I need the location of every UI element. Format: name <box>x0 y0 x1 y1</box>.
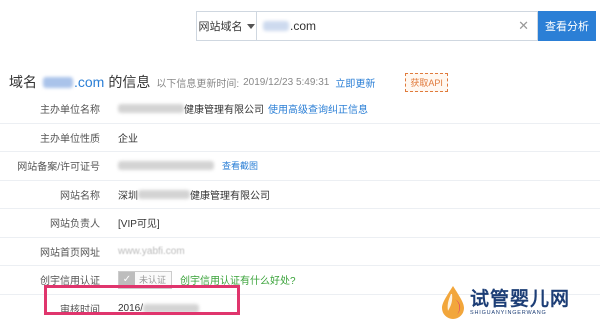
search-input-suffix: .com <box>290 19 317 33</box>
table-row: 网站负责人 [VIP可见] <box>0 209 600 238</box>
update-time: 2019/12/23 5:49:31 <box>243 76 330 88</box>
vip-visible-link[interactable]: [VIP可见] <box>108 215 160 230</box>
chevron-down-icon <box>246 24 255 29</box>
table-row: 网站首页网址 www.yabfi.com <box>0 238 600 266</box>
clear-icon[interactable]: ✕ <box>518 19 529 33</box>
header-title-prefix: 域名 <box>9 74 37 90</box>
logo-text: 试管婴儿网 SHIGUANYINGERWANG <box>470 288 570 316</box>
view-screenshot-link[interactable]: 查看截图 <box>222 159 258 172</box>
logo-cn: 试管婴儿网 <box>470 288 571 310</box>
organizer-name: 健康管理有限公司 <box>184 105 264 117</box>
row-label: 网站负责人 <box>50 219 100 231</box>
redacted-domain <box>43 76 73 88</box>
row-label: 网站首页网址 <box>40 247 100 259</box>
homepage-url: www.yabfi.com <box>118 245 185 257</box>
redacted-domain <box>263 21 289 31</box>
header-domain-suffix[interactable]: .com <box>74 74 104 90</box>
analyze-button[interactable]: 查看分析 <box>538 11 596 41</box>
search-type-select[interactable]: 网站域名 <box>196 11 256 41</box>
redacted-text <box>118 161 214 171</box>
table-row: 主办单位名称 健康管理有限公司 使用高级查询纠正信息 <box>0 95 600 124</box>
logo-en: SHIGUANYINGERWANG <box>470 310 547 316</box>
row-value: 查看截图 <box>108 159 258 172</box>
site-name-prefix: 深圳 <box>118 190 138 202</box>
search-bar: 网站域名 .com ✕ 查看分析 <box>196 11 596 41</box>
refresh-link[interactable]: 立即更新 <box>335 75 375 90</box>
row-value: 深圳 健康管理有限公司 <box>108 187 270 202</box>
site-logo: 试管婴儿网 SHIGUANYINGERWANG <box>440 282 600 322</box>
redacted-text <box>138 189 190 199</box>
row-label: 网站备案/许可证号 <box>17 162 100 174</box>
update-label: 以下信息更新时间: <box>156 78 240 90</box>
table-row: 网站名称 深圳 健康管理有限公司 <box>0 181 600 209</box>
table-row: 主办单位性质 企业 <box>0 124 600 152</box>
domain-info-header: 域名 .com 的信息 以下信息更新时间: 2019/12/23 5:49:31… <box>9 72 448 92</box>
advanced-query-link[interactable]: 使用高级查询纠正信息 <box>268 101 368 116</box>
redacted-text <box>118 104 184 114</box>
search-type-label: 网站域名 <box>198 21 243 33</box>
search-input[interactable]: .com ✕ <box>256 11 538 41</box>
logo-drop-icon <box>442 286 464 319</box>
table-row: 网站备案/许可证号 查看截图 <box>0 152 600 181</box>
site-name: 健康管理有限公司 <box>190 190 270 202</box>
row-label: 主办单位性质 <box>40 133 100 145</box>
row-label: 网站名称 <box>60 190 100 202</box>
row-label: 主办单位名称 <box>40 105 100 117</box>
get-api-button[interactable]: 获取API <box>405 72 448 92</box>
row-value: 健康管理有限公司 使用高级查询纠正信息 <box>108 101 368 116</box>
row-value: 企业 <box>118 133 138 145</box>
highlight-annotation <box>44 285 240 315</box>
header-title-suffix: 的信息 <box>108 74 151 90</box>
